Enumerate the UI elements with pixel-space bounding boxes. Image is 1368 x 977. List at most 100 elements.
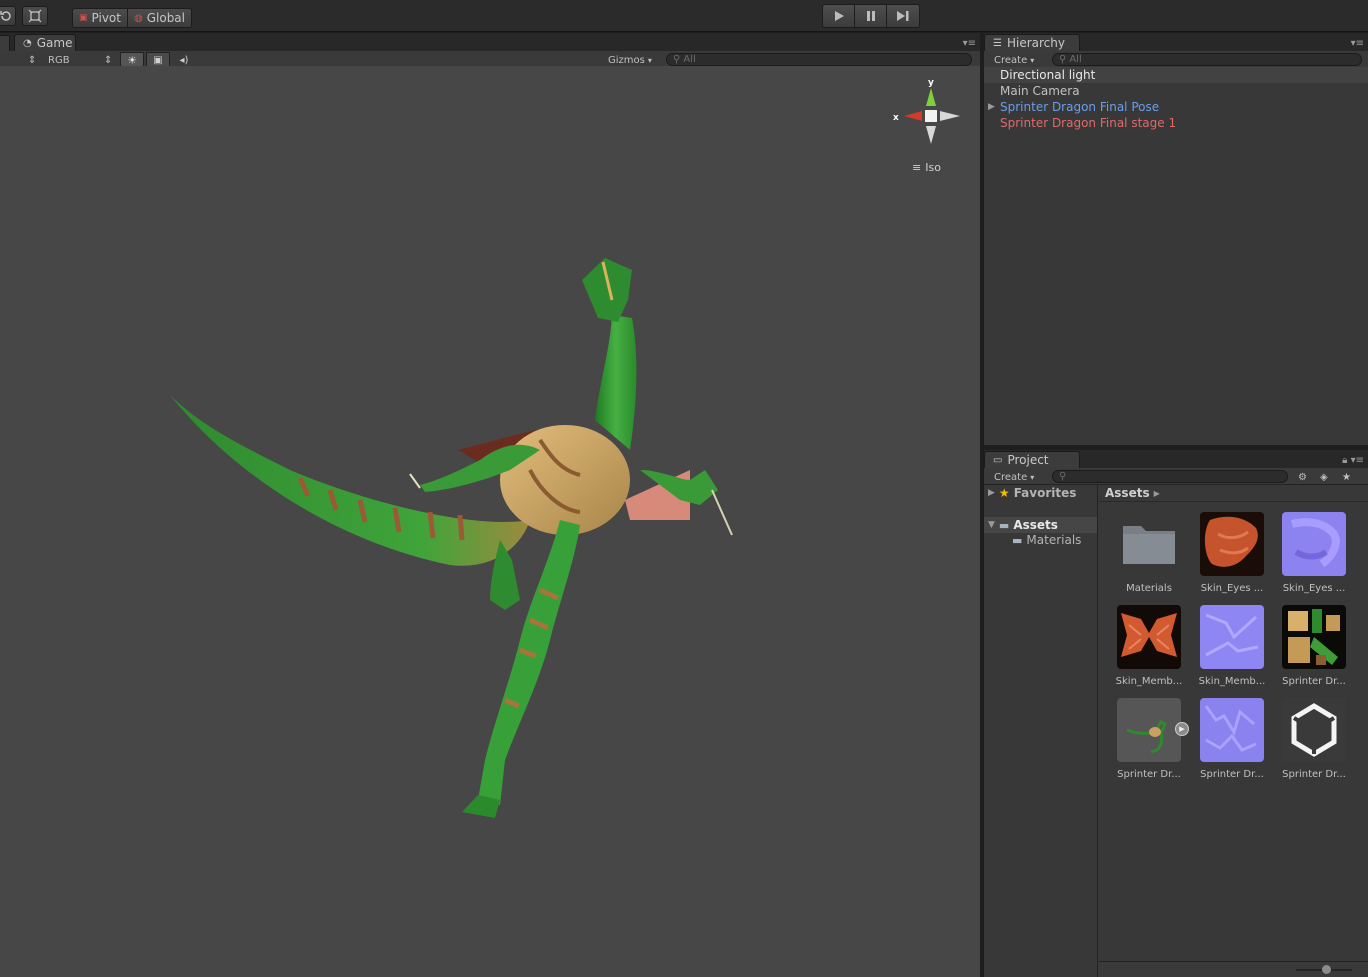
pivot-label: Pivot	[91, 11, 121, 25]
folder-icon: ▬	[998, 518, 1010, 532]
project-panel: ▭ Project 🔒︎ ▾≡ Create ▾ ⚲ ⚙ ◈ ★ ▶ ★ Fav…	[984, 450, 1368, 977]
asset-tile[interactable]: Skin_Memb...	[1197, 605, 1267, 687]
chevron-down-icon: ▾	[647, 55, 652, 65]
chevron-down-icon: ▾	[1030, 55, 1035, 65]
folder-tab-icon: ▭	[993, 454, 1003, 466]
hierarchy-item[interactable]: ▶ Sprinter Dragon Final Pose	[984, 99, 1368, 115]
gizmo-center-cube[interactable]	[925, 110, 937, 122]
collapse-arrow-icon[interactable]: ▼	[988, 520, 995, 530]
hierarchy-item-label: Directional light	[1000, 68, 1096, 82]
hierarchy-item[interactable]: Main Camera	[984, 83, 1368, 99]
hierarchy-search-input[interactable]: ⚲ All	[1052, 53, 1362, 66]
play-button[interactable]	[823, 5, 855, 27]
filter-by-label-icon[interactable]: ◈	[1320, 470, 1328, 484]
step-button[interactable]	[887, 5, 919, 27]
normalmap-icon	[1282, 512, 1346, 576]
hierarchy-item-label: Sprinter Dragon Final stage 1	[1000, 116, 1177, 130]
neg-y-axis-cone-icon	[926, 126, 936, 144]
pivot-toggle[interactable]: ▣ Pivot	[73, 9, 128, 27]
asset-tile[interactable]: Skin_Memb...	[1114, 605, 1184, 687]
texture-orange-icon	[1117, 605, 1181, 669]
star-icon: ★	[998, 486, 1010, 500]
tab-hierarchy-label: Hierarchy	[1006, 36, 1065, 50]
asset-tile[interactable]: Sprinter Dr...	[1197, 698, 1267, 780]
speaker-icon: ◂)	[179, 54, 189, 66]
color-mode-dropdown[interactable]: RGB	[48, 53, 70, 67]
hierarchy-item[interactable]: Sprinter Dragon Final stage 1	[984, 115, 1368, 131]
hierarchy-create-label: Create	[994, 54, 1028, 66]
pivot-icon: ▣	[79, 13, 88, 23]
project-search-input[interactable]: ⚲	[1052, 470, 1288, 483]
tab-game-label: Game	[36, 36, 73, 50]
lock-menu-icon[interactable]: 🔒︎ ▾≡	[1342, 455, 1364, 466]
tab-project[interactable]: ▭ Project	[984, 451, 1080, 468]
model-prefab-icon: ▶	[1117, 698, 1189, 762]
color-mode-value: RGB	[48, 54, 70, 66]
asset-tile[interactable]: ▶ Sprinter Dr...	[1114, 698, 1189, 780]
scene-tab-stub[interactable]	[0, 35, 10, 51]
main-toolbar: ▣ Pivot ◍ Global	[0, 0, 1368, 32]
texture-orange-icon	[1200, 512, 1264, 576]
game-search-placeholder: All	[683, 54, 696, 65]
tree-favorites[interactable]: ▶ ★ Favorites	[988, 486, 1076, 500]
favorite-star-icon[interactable]: ★	[1342, 470, 1351, 484]
global-toggle[interactable]: ◍ Global	[127, 9, 191, 27]
folder-icon	[1117, 512, 1181, 576]
normalmap-icon	[1200, 605, 1264, 669]
play-icon	[834, 11, 844, 21]
rotate-tool-button[interactable]	[0, 6, 16, 26]
tree-materials[interactable]: ▬ Materials	[1012, 533, 1081, 547]
gizmo-y-label: y	[928, 78, 934, 88]
aspect-dropdown[interactable]: ⇕	[28, 53, 36, 67]
tree-assets[interactable]: ▼ ▬ Assets	[984, 517, 1097, 533]
asset-label: Skin_Eyes ...	[1282, 583, 1346, 594]
expand-prefab-icon[interactable]: ▶	[1175, 722, 1189, 736]
project-create-label: Create	[994, 471, 1028, 483]
expand-arrow-icon[interactable]: ▶	[988, 488, 995, 498]
project-controlbar: Create ▾ ⚲ ⚙ ◈ ★	[984, 468, 1368, 485]
game-search-input[interactable]: ⚲ All	[666, 53, 972, 66]
sun-icon: ☀	[127, 53, 137, 67]
filter-by-type-icon[interactable]: ⚙	[1298, 470, 1307, 484]
game-viewport[interactable]: y x ≡ Iso	[0, 66, 980, 977]
asset-tile[interactable]: Sprinter Dr...	[1279, 698, 1349, 780]
project-create-dropdown[interactable]: Create ▾	[994, 470, 1034, 484]
scene-gizmo[interactable]: y x	[888, 74, 964, 146]
asset-label: Skin_Memb...	[1198, 676, 1266, 687]
global-label: Global	[146, 11, 185, 25]
tab-hierarchy[interactable]: ☰ Hierarchy	[984, 34, 1080, 51]
gizmos-label: Gizmos	[608, 54, 645, 66]
gizmos-dropdown[interactable]: Gizmos ▾	[608, 53, 652, 67]
asset-tile[interactable]: Sprinter Dr...	[1279, 605, 1349, 687]
breadcrumb-assets[interactable]: Assets	[1105, 486, 1150, 500]
projection-toggle[interactable]: ≡ Iso	[912, 161, 941, 174]
asset-label: Sprinter Dr...	[1117, 769, 1181, 780]
panel-menu-icon[interactable]: ▾≡	[963, 38, 976, 49]
asset-tile[interactable]: Skin_Eyes ...	[1197, 512, 1267, 594]
rect-tool-button[interactable]	[22, 6, 48, 26]
search-icon: ⚲	[673, 54, 681, 65]
hierarchy-panel: ☰ Hierarchy ▾≡ Create ▾ ⚲ All Directiona…	[984, 33, 1368, 445]
hierarchy-item-label: Main Camera	[1000, 84, 1080, 98]
asset-tile[interactable]: Skin_Eyes ...	[1279, 512, 1349, 594]
z-axis-cone-icon	[940, 111, 960, 121]
tab-game[interactable]: ◔ Game	[14, 34, 76, 51]
hierarchy-menu-icon[interactable]: ▾≡	[1351, 38, 1364, 49]
menu-lines-icon: ≡	[912, 161, 922, 174]
folder-icon: ▬	[1012, 533, 1023, 547]
breadcrumb: Assets ▶	[1099, 485, 1368, 502]
pivot-global-group: ▣ Pivot ◍ Global	[72, 8, 192, 28]
normalmap-icon	[1200, 698, 1264, 762]
zoom-slider-thumb[interactable]	[1322, 965, 1331, 974]
chevron-right-icon: ▶	[1153, 488, 1160, 498]
pause-button[interactable]	[855, 5, 887, 27]
hierarchy-item[interactable]: Directional light	[984, 67, 1368, 83]
hierarchy-item-label: Sprinter Dragon Final Pose	[1000, 100, 1160, 114]
asset-label: Skin_Eyes ...	[1200, 583, 1264, 594]
rect-tool-icon	[28, 9, 42, 23]
expand-arrow-icon[interactable]: ▶	[988, 102, 995, 112]
tree-materials-label: Materials	[1026, 533, 1082, 547]
asset-tile[interactable]: Materials	[1114, 512, 1184, 594]
hierarchy-create-dropdown[interactable]: Create ▾	[994, 53, 1034, 67]
texture-dragon-icon	[1282, 605, 1346, 669]
